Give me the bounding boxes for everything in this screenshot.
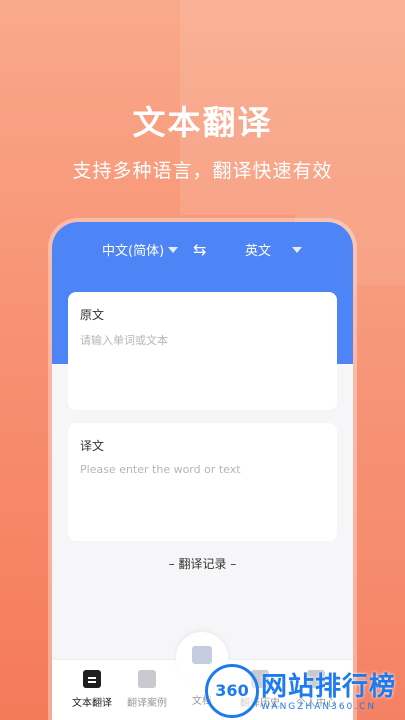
translation-result-card: 译文 Please enter the word or text bbox=[68, 423, 337, 541]
hero-title: 文本翻译 bbox=[132, 103, 273, 142]
target-language-label: 英文 bbox=[245, 244, 272, 259]
text-translate-icon bbox=[83, 670, 101, 688]
swap-languages-icon[interactable]: ⇆ bbox=[193, 240, 206, 259]
folder-icon bbox=[138, 670, 156, 688]
source-language-selector[interactable]: 中文(简体) bbox=[102, 240, 179, 259]
watermark-badge: 360 bbox=[205, 664, 259, 718]
phone-mockup: 中文(简体) ⇆ 英文 原文 请输入单词或文本 译文 Please enter … bbox=[52, 222, 353, 720]
watermark: 360 网站排行榜 WANGZHAN360.CN bbox=[205, 664, 405, 720]
result-placeholder: Please enter the word or text bbox=[80, 463, 241, 476]
language-bar: 中文(简体) ⇆ 英文 bbox=[52, 240, 353, 262]
target-language-selector[interactable]: 英文 bbox=[245, 240, 271, 259]
source-text-input[interactable]: 请输入单词或文本 bbox=[80, 332, 168, 348]
source-language-label: 中文(简体) bbox=[102, 244, 165, 259]
source-text-card[interactable]: 原文 请输入单词或文本 bbox=[68, 292, 337, 410]
translation-history-link[interactable]: – 翻译记录 – bbox=[52, 555, 353, 572]
hero-subtitle: 支持多种语言，翻译快速有效 bbox=[72, 160, 333, 182]
folder-icon bbox=[192, 646, 212, 664]
dropdown-arrow-icon bbox=[168, 246, 179, 253]
result-card-label: 译文 bbox=[80, 439, 105, 453]
watermark-text: 网站排行榜 bbox=[261, 672, 397, 702]
watermark-subtext: WANGZHAN360.CN bbox=[261, 702, 377, 712]
tab-translation-cases[interactable]: 翻译案例 bbox=[117, 670, 177, 709]
tab-text-translate[interactable]: 文本翻译 bbox=[62, 670, 122, 709]
dropdown-arrow-icon[interactable] bbox=[292, 247, 302, 253]
background-panel bbox=[345, 285, 405, 720]
source-card-label: 原文 bbox=[80, 308, 105, 322]
